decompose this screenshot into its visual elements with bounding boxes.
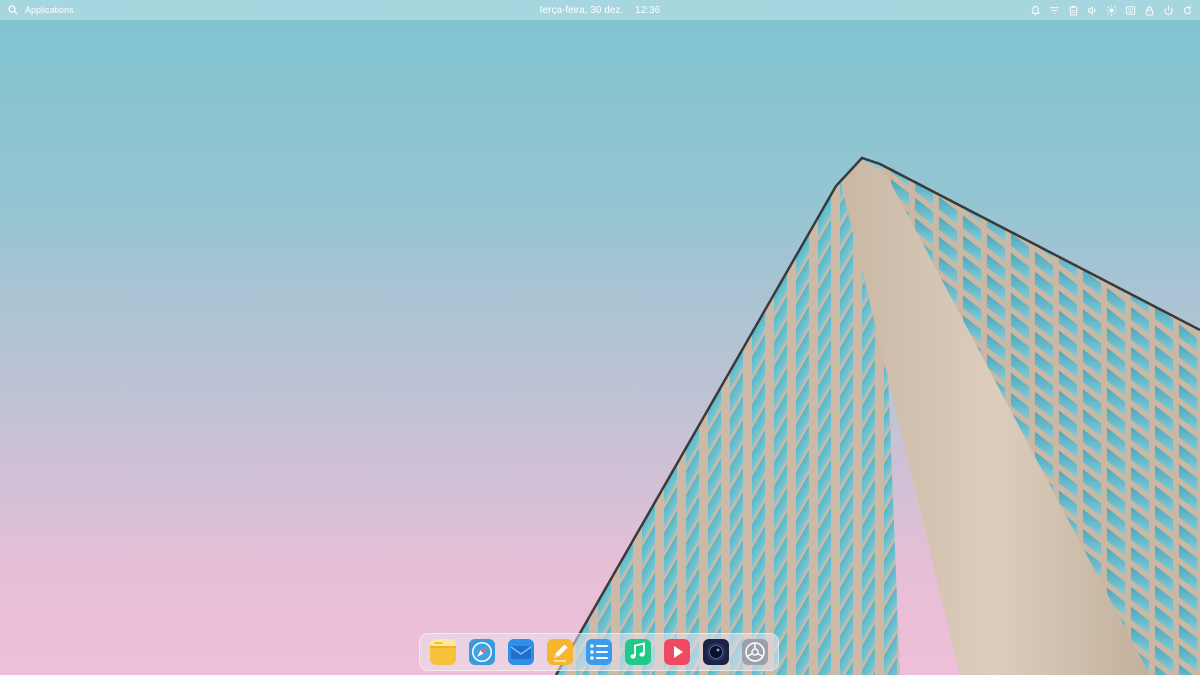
dock-item-files[interactable] (429, 638, 457, 666)
brightness-icon[interactable] (1105, 4, 1118, 17)
list-icon (586, 639, 612, 665)
dock-item-video[interactable] (663, 638, 691, 666)
search-icon[interactable] (6, 4, 19, 17)
panel-left: Applications (6, 4, 74, 17)
power-icon[interactable] (1162, 4, 1175, 17)
volume-icon[interactable] (1086, 4, 1099, 17)
gear-icon (742, 639, 768, 665)
applications-menu-button[interactable]: Applications (25, 5, 74, 15)
bell-icon[interactable] (1029, 4, 1042, 17)
desktop: Applications terça-feira, 30 dez. 12:36 (0, 0, 1200, 675)
dock-item-tasks[interactable] (585, 638, 613, 666)
top-panel: Applications terça-feira, 30 dez. 12:36 (0, 0, 1200, 20)
time-label[interactable]: 12:36 (635, 5, 660, 16)
clipboard-icon[interactable] (1067, 4, 1080, 17)
dock-item-mail[interactable] (507, 638, 535, 666)
dock-item-browser[interactable] (468, 638, 496, 666)
keyboard-icon[interactable] (1124, 4, 1137, 17)
dock-item-settings[interactable] (741, 638, 769, 666)
dock (419, 633, 779, 671)
refresh-icon[interactable] (1181, 4, 1194, 17)
pencil-icon (547, 639, 573, 665)
dock-item-notes[interactable] (546, 638, 574, 666)
compass-icon (469, 639, 495, 665)
system-tray (1029, 4, 1194, 17)
network-icon[interactable] (1048, 4, 1061, 17)
lock-icon[interactable] (1143, 4, 1156, 17)
wallpaper-building (554, 156, 1200, 675)
folder-icon (430, 639, 456, 665)
music-note-icon (625, 639, 651, 665)
envelope-icon (508, 639, 534, 665)
date-label[interactable]: terça-feira, 30 dez. (540, 5, 623, 16)
camera-lens-icon (703, 639, 729, 665)
panel-clock: terça-feira, 30 dez. 12:36 (0, 0, 1200, 20)
dock-item-music[interactable] (624, 638, 652, 666)
dock-item-camera[interactable] (702, 638, 730, 666)
play-icon (664, 639, 690, 665)
